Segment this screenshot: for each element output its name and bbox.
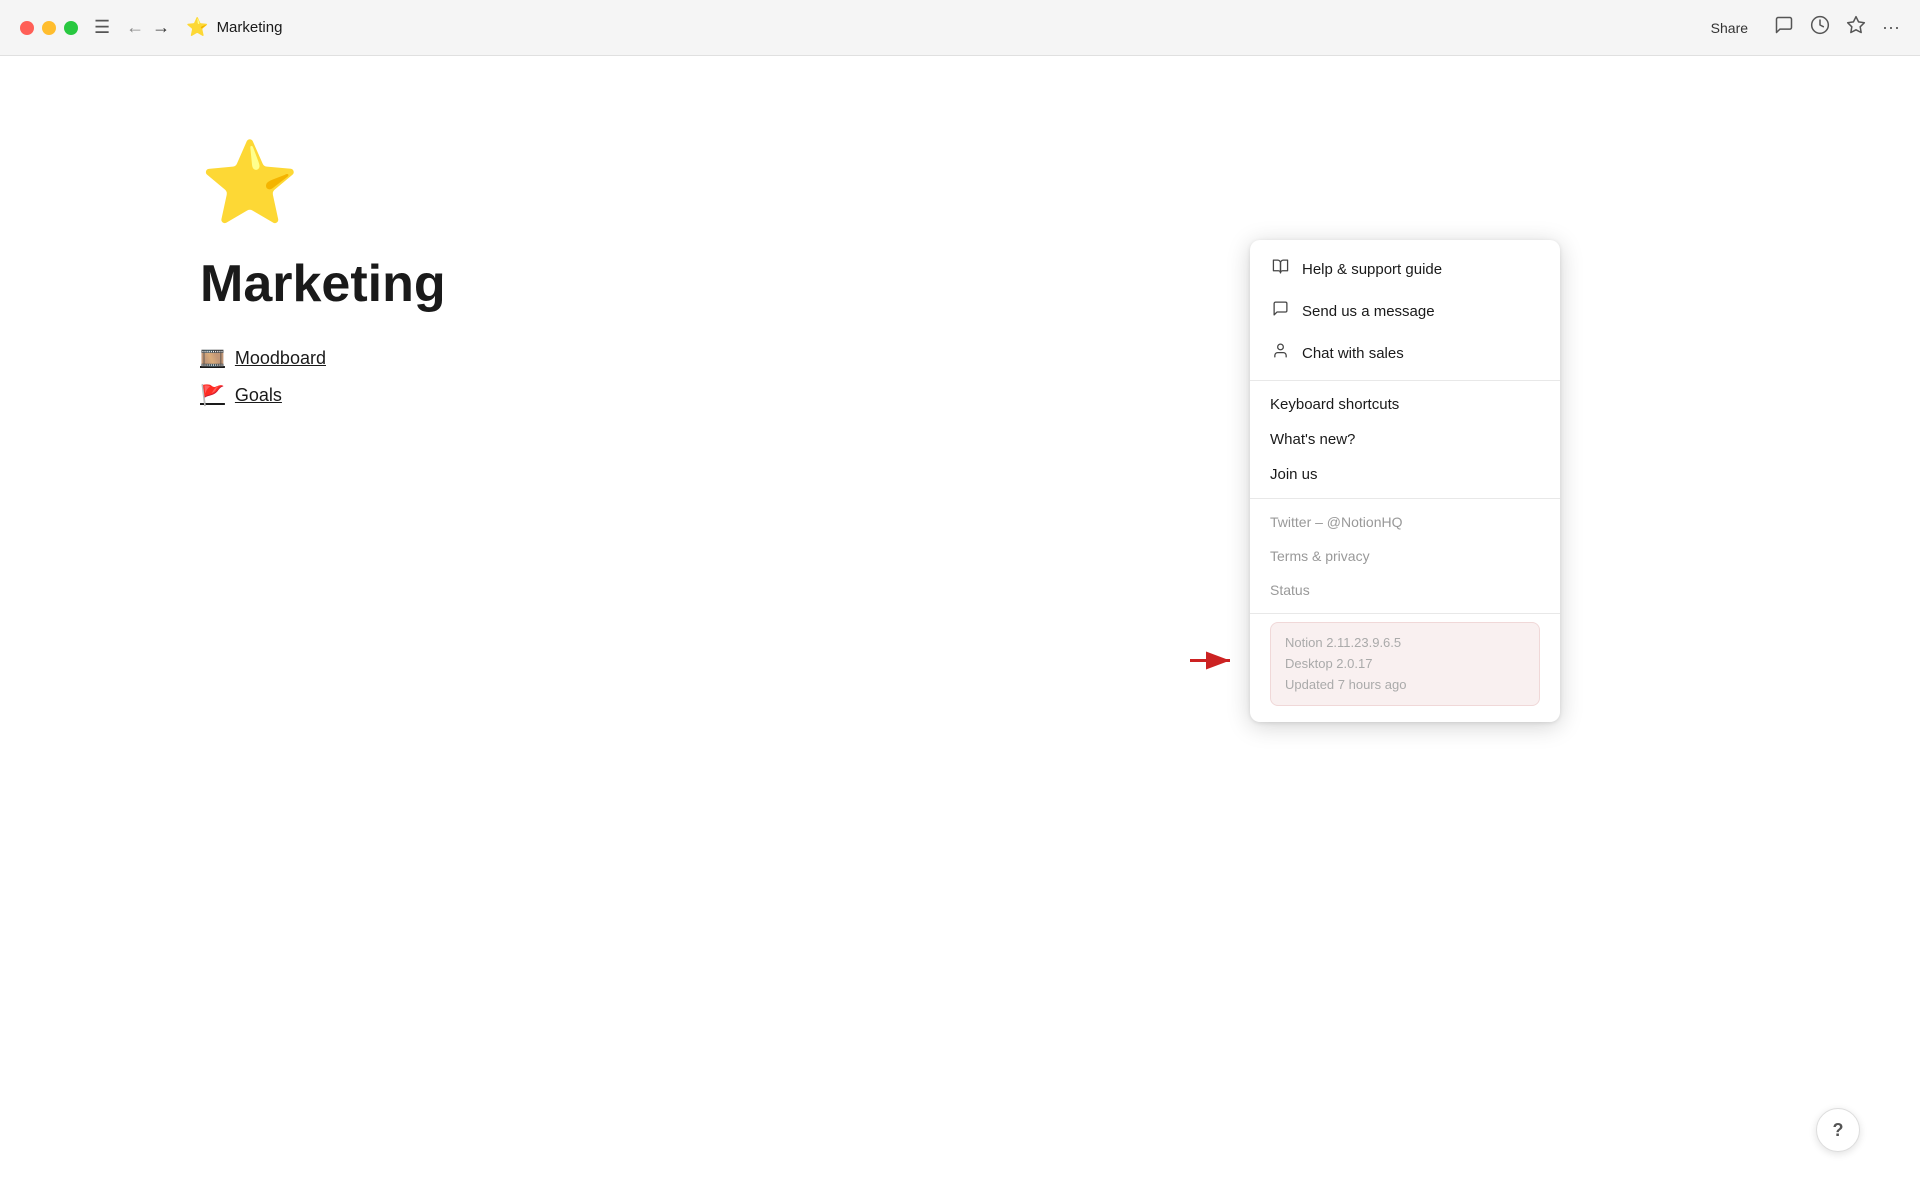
forward-arrow-icon[interactable]: → (152, 17, 170, 38)
close-button[interactable] (20, 21, 34, 35)
chat-sales-label: Chat with sales (1302, 345, 1404, 362)
chat-sales-item[interactable]: Chat with sales (1250, 332, 1560, 374)
page-title: Marketing (217, 19, 283, 36)
page-star-icon: ⭐ (186, 17, 208, 38)
moodboard-icon: 🎞️ (200, 346, 225, 371)
comment-icon[interactable] (1774, 15, 1794, 40)
whats-new-item[interactable]: What's new? (1250, 422, 1560, 457)
version-line2: Desktop 2.0.17 (1285, 654, 1525, 675)
goals-link[interactable]: Goals (235, 385, 282, 406)
goals-icon: 🚩 (200, 383, 225, 408)
book-icon (1270, 258, 1290, 280)
back-arrow-icon[interactable]: ← (126, 17, 144, 38)
join-us-item[interactable]: Join us (1250, 457, 1560, 492)
status-item[interactable]: Status (1250, 573, 1560, 607)
divider-2 (1250, 498, 1560, 499)
main-content: ⭐ Marketing 🎞️ Moodboard 🚩 Goals (0, 56, 1920, 488)
share-button[interactable]: Share (1701, 16, 1758, 40)
dropdown-menu: Help & support guide Send us a message C… (1250, 240, 1560, 722)
nav-arrows: ← → (126, 17, 170, 38)
arrow-indicator-icon (1190, 647, 1238, 682)
titlebar-right: Share ··· (1701, 15, 1900, 40)
page-icon-title: ⭐ Marketing (186, 17, 282, 38)
maximize-button[interactable] (64, 21, 78, 35)
more-icon[interactable]: ··· (1882, 17, 1900, 38)
version-line3: Updated 7 hours ago (1285, 675, 1525, 696)
version-container: Notion 2.11.23.9.6.5 Desktop 2.0.17 Upda… (1250, 622, 1560, 706)
help-button[interactable]: ? (1816, 1108, 1860, 1152)
divider-3 (1250, 613, 1560, 614)
version-box: Notion 2.11.23.9.6.5 Desktop 2.0.17 Upda… (1270, 622, 1540, 706)
keyboard-shortcuts-item[interactable]: Keyboard shortcuts (1250, 387, 1560, 422)
divider-1 (1250, 380, 1560, 381)
help-support-label: Help & support guide (1302, 261, 1442, 278)
version-line1: Notion 2.11.23.9.6.5 (1285, 633, 1525, 654)
favorite-icon[interactable] (1846, 15, 1866, 40)
person-icon (1270, 342, 1290, 364)
moodboard-link[interactable]: Moodboard (235, 348, 326, 369)
help-button-label: ? (1833, 1120, 1844, 1141)
send-message-label: Send us a message (1302, 303, 1435, 320)
history-icon[interactable] (1810, 15, 1830, 40)
message-icon (1270, 300, 1290, 322)
terms-privacy-item[interactable]: Terms & privacy (1250, 539, 1560, 573)
traffic-lights (20, 21, 78, 35)
help-support-item[interactable]: Help & support guide (1250, 248, 1560, 290)
page-emoji: ⭐ (200, 136, 1720, 230)
titlebar: ☰ ← → ⭐ Marketing Share ··· (0, 0, 1920, 56)
hamburger-icon[interactable]: ☰ (94, 17, 110, 38)
send-message-item[interactable]: Send us a message (1250, 290, 1560, 332)
twitter-item[interactable]: Twitter – @NotionHQ (1250, 505, 1560, 539)
minimize-button[interactable] (42, 21, 56, 35)
